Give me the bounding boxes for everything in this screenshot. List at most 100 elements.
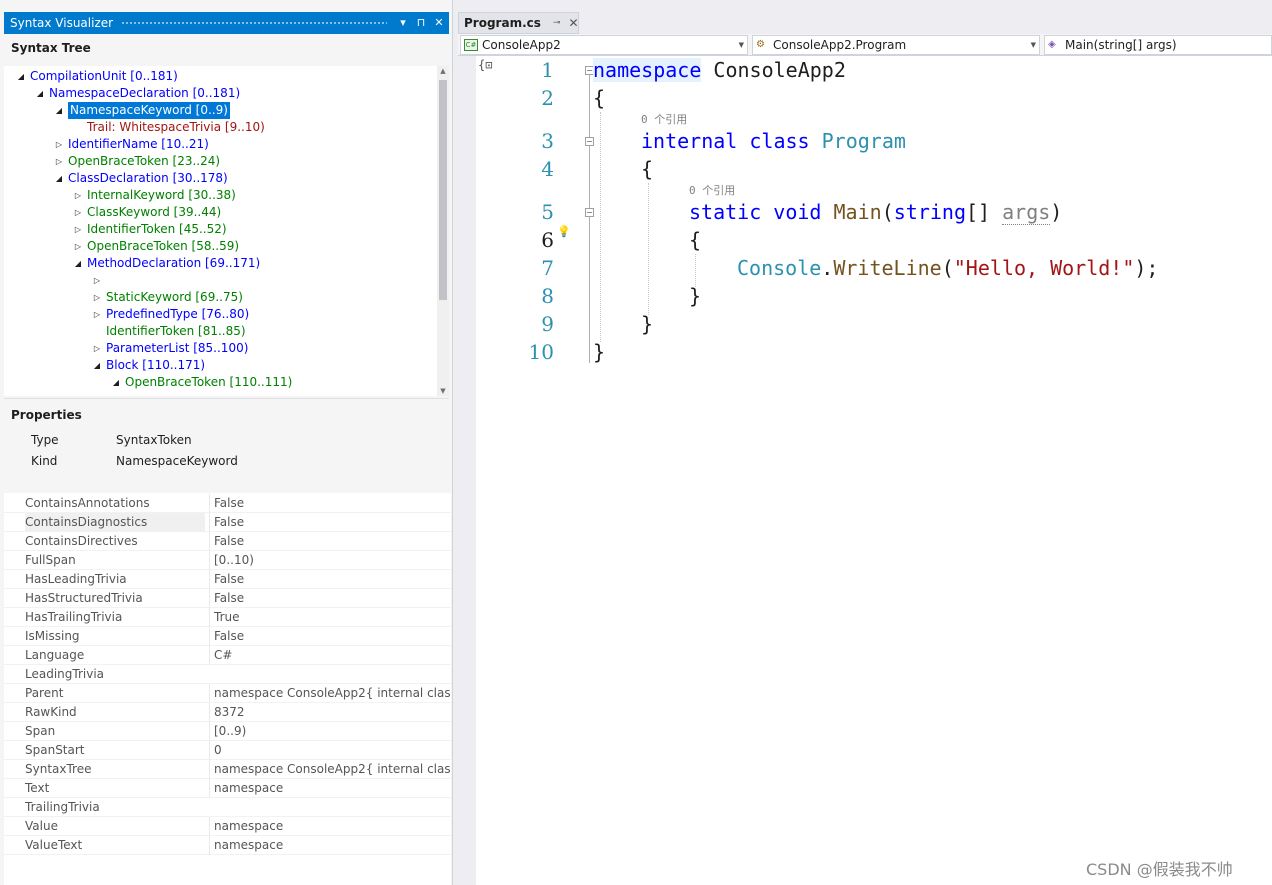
code-line-7[interactable]: Console.WriteLine("Hello, World!"); xyxy=(737,256,1158,280)
tree-node[interactable]: ◢ MethodDeclaration [69..171) xyxy=(72,255,260,272)
property-row[interactable]: HasLeadingTrivia False xyxy=(4,570,451,589)
tree-node[interactable]: ◢ Block [110..171) xyxy=(91,357,205,374)
member-dropdown[interactable]: ◈ Main(string[] args) xyxy=(1044,35,1272,55)
code-line-3[interactable]: internal class Program xyxy=(641,129,906,153)
code-line-6[interactable]: { xyxy=(689,228,701,252)
collapsed-arrow-icon[interactable]: ▷ xyxy=(91,340,103,357)
scroll-thumb[interactable] xyxy=(439,80,447,300)
line-number: 2 xyxy=(541,86,554,110)
property-row[interactable]: HasTrailingTrivia True xyxy=(4,608,451,627)
tree-node[interactable]: ▷ InternalKeyword [30..38) xyxy=(72,187,236,204)
reference-count-hint[interactable]: 0 个引用 xyxy=(689,182,735,198)
tree-node[interactable]: ▷ OpenBraceToken [58..59) xyxy=(72,238,239,255)
project-dropdown-value: ConsoleApp2 xyxy=(482,38,561,52)
collapsed-arrow-icon[interactable]: ▷ xyxy=(91,306,103,323)
type-dropdown[interactable]: ⚙ ConsoleApp2.Program ▼ xyxy=(752,35,1040,55)
tree-node[interactable]: IdentifierToken [81..85) xyxy=(91,323,246,340)
property-row[interactable]: ContainsDiagnostics False xyxy=(4,513,451,532)
property-row[interactable]: ContainsAnnotations False xyxy=(4,494,451,513)
tree-node[interactable]: ◢ CompilationUnit [0..181) xyxy=(15,68,178,85)
expanded-arrow-icon[interactable]: ◢ xyxy=(110,374,122,391)
code-line-10[interactable]: } xyxy=(593,340,605,364)
collapsed-arrow-icon[interactable]: ▷ xyxy=(53,153,65,170)
tree-node-label: MethodDeclaration [69..171) xyxy=(87,256,261,270)
close-icon[interactable]: ✕ xyxy=(431,12,447,34)
collapsed-arrow-icon[interactable]: ▷ xyxy=(72,221,84,238)
code-line-8[interactable]: } xyxy=(689,284,701,308)
expanded-arrow-icon[interactable]: ◢ xyxy=(15,68,27,85)
tree-node[interactable]: ▷ ParameterList [85..100) xyxy=(91,340,248,357)
tool-window-titlebar[interactable]: Syntax Visualizer ▾ ⊓ ✕ xyxy=(4,12,449,34)
property-name: ValueText xyxy=(25,838,83,852)
scroll-up-icon[interactable]: ▲ xyxy=(437,67,449,75)
property-row[interactable]: FullSpan [0..10) xyxy=(4,551,451,570)
collapse-icon[interactable]: − xyxy=(585,137,594,146)
line-number: 3 xyxy=(541,129,554,153)
pin-icon[interactable]: ⊓ xyxy=(413,12,429,34)
tree-node[interactable]: ▷ PredefinedType [76..80) xyxy=(91,306,249,323)
property-row[interactable]: RawKind 8372 xyxy=(4,703,451,722)
tree-node[interactable]: ◢ NamespaceDeclaration [0..181) xyxy=(34,85,240,102)
tree-node[interactable]: ◢ ClassDeclaration [30..178) xyxy=(53,170,228,187)
line-number: 4 xyxy=(541,157,554,181)
scroll-down-icon[interactable]: ▼ xyxy=(437,387,449,395)
code-line-2[interactable]: { xyxy=(593,86,605,110)
property-row[interactable]: HasStructuredTrivia False xyxy=(4,589,451,608)
tab-close-icon[interactable]: ✕ xyxy=(568,16,578,30)
property-row[interactable]: Span [0..9) xyxy=(4,722,451,741)
property-name: TrailingTrivia xyxy=(25,800,100,814)
property-row[interactable]: Language C# xyxy=(4,646,451,665)
property-value: False xyxy=(209,589,451,608)
tree-node[interactable]: ▷ IdentifierToken [45..52) xyxy=(72,221,227,238)
expanded-arrow-icon[interactable]: ◢ xyxy=(53,170,65,187)
code-editor[interactable]: 1 2 3 4 5 6 7 8 9 10 − − − 💡 namespace C… xyxy=(476,56,1272,885)
tree-node[interactable]: ◢ OpenBraceToken [110..111) xyxy=(110,374,292,391)
code-line-1[interactable]: namespace ConsoleApp2 xyxy=(593,58,846,82)
collapse-icon[interactable]: − xyxy=(585,208,594,217)
tree-node[interactable]: ◢ NamespaceKeyword [0..9) xyxy=(53,102,230,119)
dropdown-icon[interactable]: ▾ xyxy=(395,12,411,34)
tab-program-cs[interactable]: Program.cs ⊸ ✕ xyxy=(458,12,579,34)
property-row[interactable]: ContainsDirectives False xyxy=(4,532,451,551)
collapsed-arrow-icon[interactable]: ▷ xyxy=(72,204,84,221)
tree-scrollbar[interactable]: ▲ ▼ xyxy=(437,66,449,396)
code-line-4[interactable]: { xyxy=(641,157,653,181)
collapsed-arrow-icon[interactable]: ▷ xyxy=(91,289,103,306)
tree-node[interactable]: ▷ OpenBraceToken [23..24) xyxy=(53,153,220,170)
collapsed-arrow-icon[interactable]: ▷ xyxy=(72,187,84,204)
property-row[interactable]: Text namespace xyxy=(4,779,451,798)
tree-node-label: Block [110..171) xyxy=(106,358,206,372)
property-grid[interactable]: ContainsAnnotations False ContainsDiagnost… xyxy=(4,493,451,885)
lightbulb-icon[interactable]: 💡 xyxy=(557,225,571,238)
property-row[interactable]: Parent namespace ConsoleApp2{ internal cl… xyxy=(4,684,451,703)
expanded-arrow-icon[interactable]: ◢ xyxy=(53,102,65,119)
property-row[interactable]: LeadingTrivia xyxy=(4,665,451,684)
collapsed-arrow-icon[interactable]: ▷ xyxy=(53,136,65,153)
syntax-tree[interactable]: ◢ CompilationUnit [0..181) ◢ NamespaceDecla… xyxy=(4,66,437,396)
property-row[interactable]: TrailingTrivia xyxy=(4,798,451,817)
tree-node[interactable]: ▷ ClassKeyword [39..44) xyxy=(72,204,221,221)
property-row[interactable]: Value namespace xyxy=(4,817,451,836)
tree-node[interactable]: Trail: WhitespaceTrivia [9..10) xyxy=(72,119,265,136)
expanded-arrow-icon[interactable]: ◢ xyxy=(34,85,46,102)
collapsed-arrow-icon[interactable]: ▷ xyxy=(91,272,103,289)
properties-header: Properties xyxy=(11,408,82,422)
tree-node[interactable]: ▷ IdentifierName [10..21) xyxy=(53,136,209,153)
tab-pin-icon[interactable]: ⊸ xyxy=(553,18,561,28)
project-dropdown[interactable]: C# ConsoleApp2 ▼ xyxy=(460,35,748,55)
property-row[interactable]: SyntaxTree namespace ConsoleApp2{ interna… xyxy=(4,760,451,779)
method-icon: ◈ xyxy=(1048,39,1056,50)
property-row[interactable]: IsMissing False xyxy=(4,627,451,646)
tree-node-label-selected: NamespaceKeyword [0..9) xyxy=(68,102,230,119)
property-row[interactable]: SpanStart 0 xyxy=(4,741,451,760)
reference-count-hint[interactable]: 0 个引用 xyxy=(641,111,687,127)
code-line-5[interactable]: static void Main(string[] args) xyxy=(689,200,1062,225)
tree-node[interactable]: ▷ xyxy=(91,272,106,289)
property-row[interactable]: ValueText namespace xyxy=(4,836,451,855)
expanded-arrow-icon[interactable]: ◢ xyxy=(72,255,84,272)
keyword-token: void xyxy=(773,200,822,224)
expanded-arrow-icon[interactable]: ◢ xyxy=(91,357,103,374)
code-line-9[interactable]: } xyxy=(641,312,653,336)
tree-node[interactable]: ▷ StaticKeyword [69..75) xyxy=(91,289,243,306)
collapsed-arrow-icon[interactable]: ▷ xyxy=(72,238,84,255)
